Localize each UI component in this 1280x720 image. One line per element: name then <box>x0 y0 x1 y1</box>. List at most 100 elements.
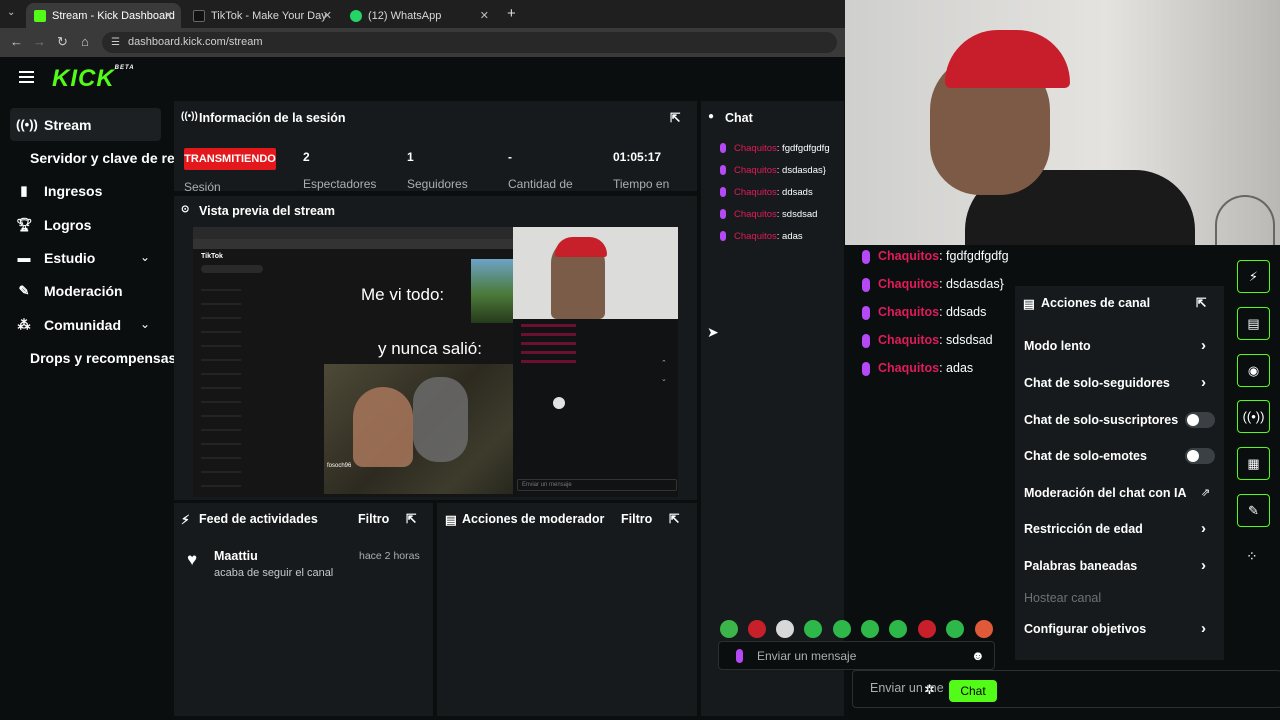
emotes-only-toggle[interactable] <box>1185 448 1215 464</box>
session-title: Información de la sesión <box>199 111 346 125</box>
stat-label: Espectadores <box>303 177 377 191</box>
stream-preview-video[interactable]: TikTok Me vi todo: y nunca salió: fosoch… <box>193 227 678 497</box>
sidebar-item-ingresos[interactable]: ▮ Ingresos <box>10 174 161 207</box>
subscribers-only-toggle[interactable] <box>1185 412 1215 428</box>
feed-filter-button[interactable]: Filtro <box>358 512 389 526</box>
option-age-restriction[interactable]: Restricción de edad <box>1024 522 1143 536</box>
document-icon: ▤ <box>445 513 457 527</box>
sidebar-item-label: Moderación <box>44 282 123 299</box>
stat-value: 1 <box>407 150 414 164</box>
mic-icon <box>720 143 726 154</box>
emote-icon[interactable] <box>861 620 879 638</box>
emoji-icon[interactable]: ☻ <box>971 648 985 663</box>
quick-action-lightning-icon[interactable]: ⚡︎ <box>1237 260 1270 293</box>
new-tab-button[interactable]: + <box>507 5 516 22</box>
emote-icon[interactable] <box>946 620 964 638</box>
tab-whatsapp[interactable]: (12) WhatsApp ✕ <box>342 3 497 28</box>
forward-icon[interactable]: → <box>33 34 46 49</box>
back-icon[interactable]: ← <box>10 34 23 49</box>
site-info-icon[interactable]: ☰ <box>111 32 120 53</box>
chevron-right-icon[interactable]: › <box>1201 374 1206 391</box>
settings-gear-icon[interactable]: ✲ <box>924 682 935 698</box>
emote-icon[interactable] <box>833 620 851 638</box>
external-link-icon[interactable]: ⇗ <box>1201 486 1210 499</box>
tab-tiktok[interactable]: TikTok - Make Your Day ✕ <box>185 3 340 28</box>
tab-kick-dashboard[interactable]: Stream - Kick Dashboard ✕ <box>26 3 181 28</box>
mic-icon <box>862 333 870 348</box>
kick-logo[interactable]: KICKBETA <box>52 65 135 93</box>
tab-title: Stream - Kick Dashboard <box>52 9 175 22</box>
option-host-channel: Hostear canal <box>1024 591 1102 605</box>
option-slow-mode[interactable]: Modo lento <box>1024 339 1091 353</box>
chevron-right-icon[interactable]: › <box>1201 337 1206 354</box>
kick-favicon-icon <box>34 9 46 22</box>
chevron-down-icon[interactable]: ⌄ <box>140 250 150 264</box>
sidebar-item-comunidad[interactable]: ⁂ Comunidad <box>10 308 161 341</box>
preview-title: Vista previa del stream <box>199 204 335 218</box>
chevron-right-icon[interactable]: › <box>1201 557 1206 574</box>
close-tab-icon[interactable]: ✕ <box>480 9 489 22</box>
popout-icon[interactable]: ⇱ <box>1196 295 1206 310</box>
emote-icon[interactable] <box>804 620 822 638</box>
overlay-chat-message: Chaquitos: adas <box>862 361 973 376</box>
option-ai-moderation[interactable]: Moderación del chat con IA <box>1024 486 1187 500</box>
more-options-icon[interactable]: ⁘ <box>1246 548 1258 565</box>
menu-icon[interactable] <box>19 71 34 86</box>
option-followers-only[interactable]: Chat de solo-seguidores <box>1024 376 1170 390</box>
popout-icon[interactable]: ⇱ <box>406 511 416 526</box>
sidebar-item-estudio[interactable]: ▬ Estudio <box>10 241 161 274</box>
mod-filter-button[interactable]: Filtro <box>621 512 652 526</box>
sidebar-item-moderacion[interactable]: ✎ Moderación <box>10 274 161 307</box>
tab-title: TikTok - Make Your Day <box>211 9 327 22</box>
chat-input[interactable]: Enviar un mensaje ☻ <box>718 641 995 670</box>
live-status-badge: TRANSMITIENDO <box>184 148 276 170</box>
emote-icon[interactable] <box>776 620 794 638</box>
overlay-chat-message: Chaquitos: sdsdsad <box>862 333 993 348</box>
tab-search-icon[interactable]: ⌄ <box>7 7 15 18</box>
session-label: Sesión <box>184 180 221 194</box>
emote-icon[interactable] <box>720 620 738 638</box>
sidebar-item-label: Logros <box>44 216 92 233</box>
chevron-right-icon[interactable]: › <box>1201 520 1206 537</box>
sidebar-item-logros[interactable]: 🏆︎ Logros <box>10 208 161 241</box>
close-tab-icon[interactable]: ✕ <box>164 9 173 22</box>
sidebar-item-stream[interactable]: ((•)) Stream <box>10 108 161 141</box>
close-tab-icon[interactable]: ✕ <box>323 9 332 22</box>
address-bar[interactable]: ☰ dashboard.kick.com/stream <box>102 32 837 53</box>
popout-icon[interactable]: ⇱ <box>669 511 679 526</box>
quick-action-wrench-icon[interactable]: ✎ <box>1237 494 1270 527</box>
option-banned-words[interactable]: Palabras baneadas <box>1024 559 1137 573</box>
option-configure-goals[interactable]: Configurar objetivos <box>1024 622 1146 636</box>
chevron-right-icon[interactable]: › <box>1201 620 1206 637</box>
send-chat-button[interactable]: Chat <box>949 680 997 702</box>
top-navigation: KICKBETA <box>0 57 845 100</box>
browser-toolbar: ← → ↻ ⌂ ☰ dashboard.kick.com/stream <box>0 28 845 57</box>
chevron-down-icon[interactable]: ⌄ <box>140 317 150 331</box>
sidebar-item-drops[interactable]: Drops y recompensas <box>24 341 174 374</box>
mic-icon <box>720 209 726 220</box>
stat-value: 01:05:17 <box>613 150 662 164</box>
popout-icon[interactable]: ⇱ <box>670 110 680 125</box>
sidebar-item-label: Servidor y clave de re <box>30 149 175 166</box>
tiktok-logo: TikTok <box>201 253 223 260</box>
emote-icon[interactable] <box>975 620 993 638</box>
quick-action-broadcast-icon[interactable]: ((•)) <box>1237 400 1270 433</box>
caption-text-1: Me vi todo: <box>361 285 445 304</box>
chat-input-duplicate[interactable]: Enviar un me ✲ Chat <box>852 670 1280 708</box>
emote-icon[interactable] <box>748 620 766 638</box>
url-text: dashboard.kick.com/stream <box>128 36 263 48</box>
quick-action-layout-icon[interactable]: ▦ <box>1237 447 1270 480</box>
quick-action-document-icon[interactable]: ▤ <box>1237 307 1270 340</box>
tab-title: (12) WhatsApp <box>368 9 442 22</box>
quick-action-chat-icon[interactable]: ◉ <box>1237 354 1270 387</box>
chat-message: Chaquitos: dsdasdas} <box>720 165 826 176</box>
mouse-cursor-icon: ➤ <box>707 324 719 340</box>
caption-text-2: y nunca salió: <box>378 339 482 358</box>
sidebar-item-server-key[interactable]: Servidor y clave de re <box>24 141 175 174</box>
emote-icon[interactable] <box>889 620 907 638</box>
emote-icon[interactable] <box>918 620 936 638</box>
reload-icon[interactable]: ↻ <box>57 34 68 50</box>
feed-time: hace 2 horas <box>359 550 420 562</box>
mini-chat-up-icon: ⌃ <box>661 360 667 367</box>
home-icon[interactable]: ⌂ <box>81 34 89 49</box>
